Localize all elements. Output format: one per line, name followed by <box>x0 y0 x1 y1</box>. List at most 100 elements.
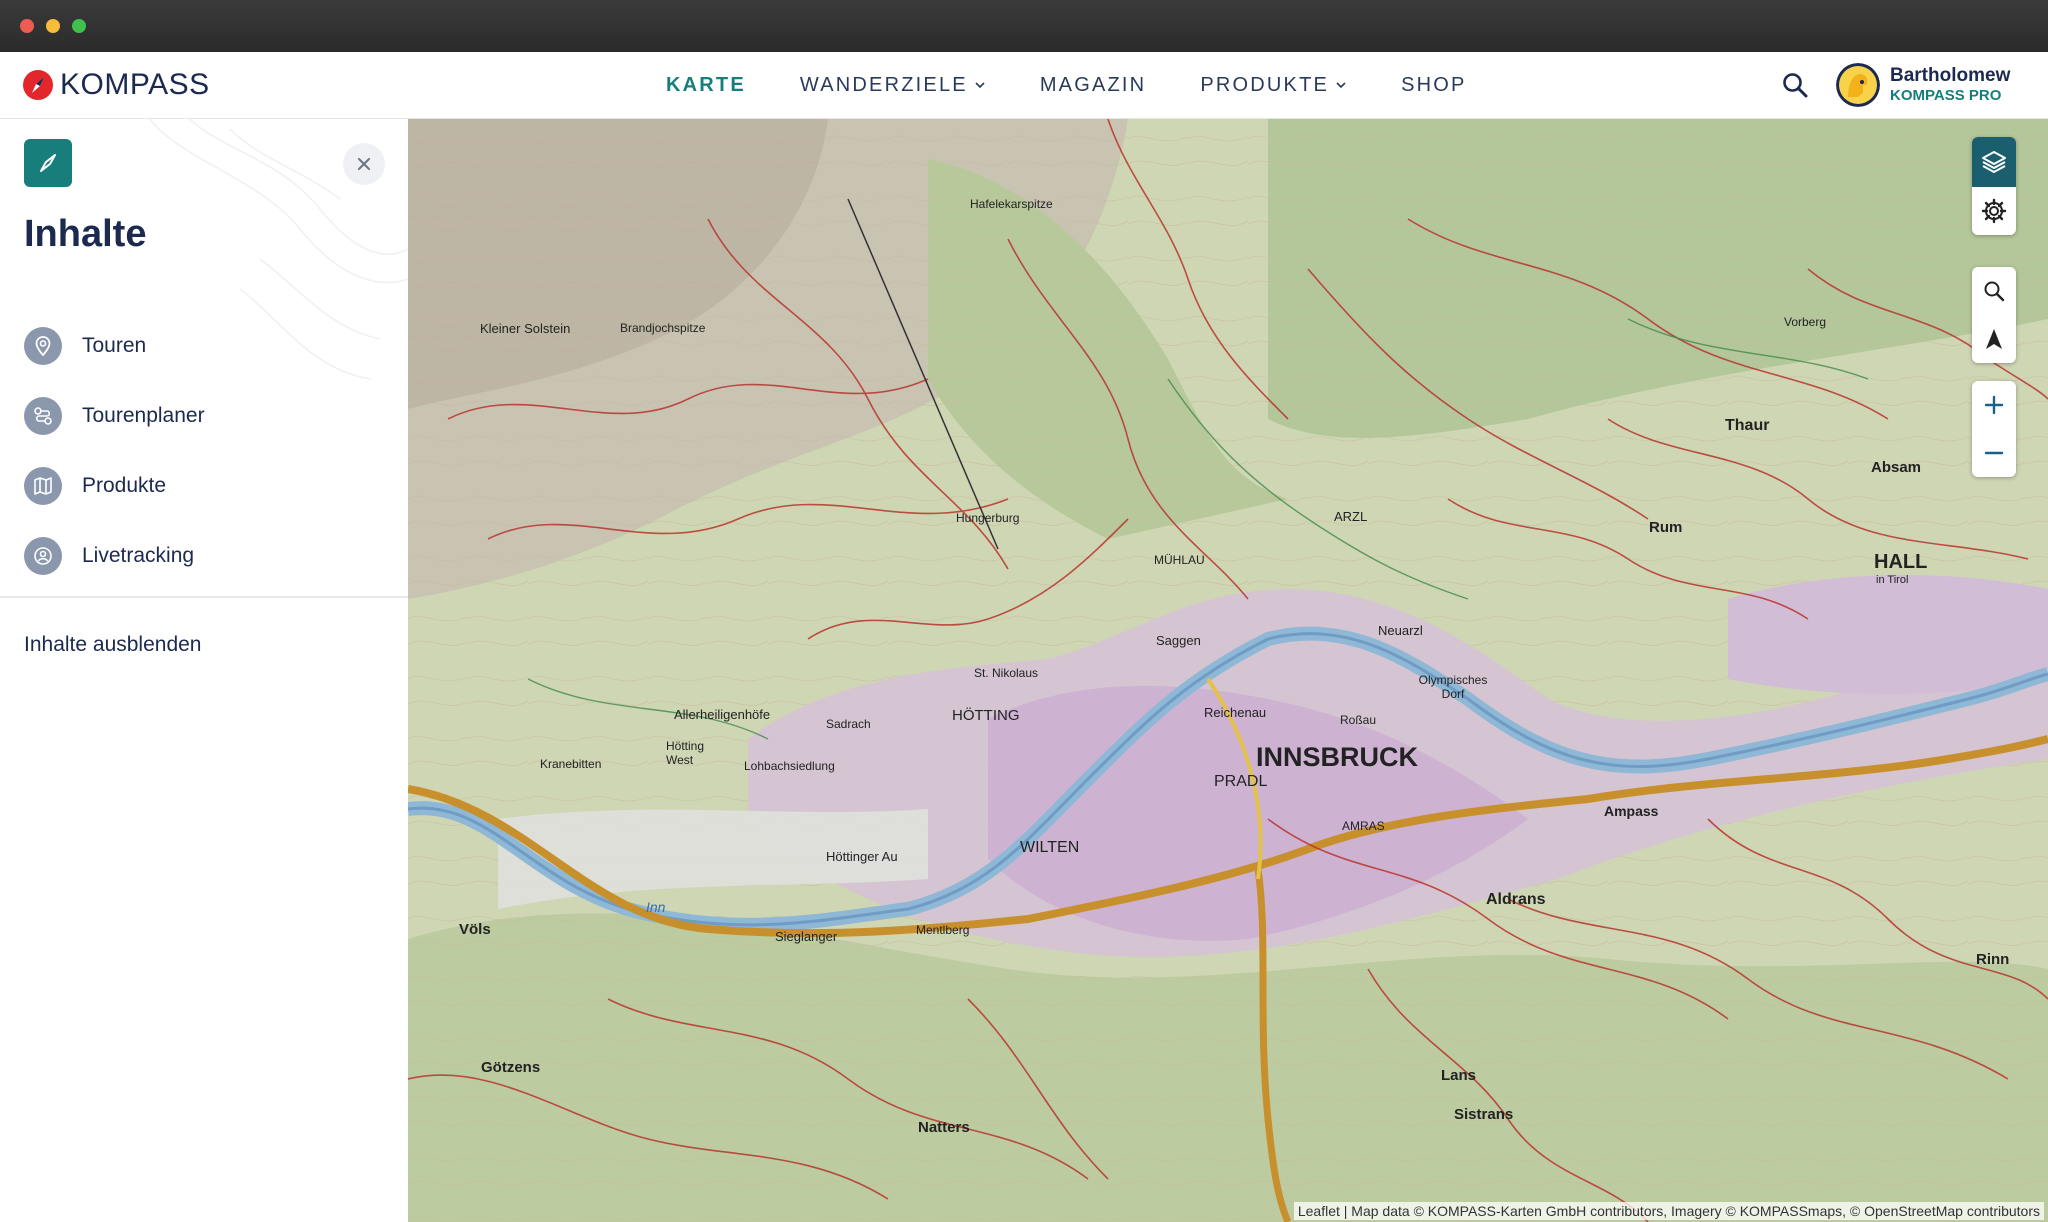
zoom-out-button[interactable] <box>1972 429 2016 477</box>
map-label-inn-river: Inn <box>646 899 666 915</box>
nav-shop[interactable]: SHOP <box>1401 74 1466 97</box>
map-label-saggen: Saggen <box>1156 633 1201 648</box>
settings-button[interactable] <box>1972 187 2016 235</box>
sidebar-title: Inhalte <box>24 213 147 255</box>
nav-wanderziele[interactable]: WANDERZIELE <box>800 74 986 97</box>
map-label-muhlau: MÜHLAU <box>1154 553 1205 567</box>
map-tiles <box>408 119 2048 1222</box>
sidebar-item-label: Produkte <box>82 474 167 497</box>
map-label-hall: HALL <box>1874 551 1928 573</box>
map-zoom-controls <box>1972 381 2016 477</box>
map-label-kranebitten: Kranebitten <box>540 757 602 771</box>
content-sidebar: Inhalte Touren Tourenplaner Produkte Liv… <box>0 119 408 1222</box>
close-icon <box>358 158 370 170</box>
map-label-gotzens: Götzens <box>481 1059 541 1076</box>
live-tracking-icon <box>24 537 62 575</box>
search-icon[interactable] <box>1780 70 1810 100</box>
layers-button[interactable] <box>1972 137 2016 187</box>
window-close-button[interactable] <box>20 19 34 33</box>
map-label-rossau: Roßau <box>1340 713 1377 727</box>
map-label-hotting-west: Hötting West <box>666 739 705 767</box>
map-attribution[interactable]: Leaflet | Map data © KOMPASS-Karten GmbH… <box>1293 1202 2044 1220</box>
map-tool-controls <box>1972 267 2016 363</box>
book-map-icon <box>24 467 62 505</box>
map-label-amras: AMRAS <box>1342 819 1385 833</box>
map-label-thaur: Thaur <box>1725 417 1770 434</box>
map-label-brandjochspitze: Brandjochspitze <box>620 321 706 335</box>
map-layer-controls <box>1972 137 2016 235</box>
map-label-neuarzl: Neuarzl <box>1378 623 1423 638</box>
sidebar-menu: Touren Tourenplaner Produkte Livetrackin… <box>24 311 205 591</box>
layers-icon <box>1982 151 2006 173</box>
map-label-allerheiligenhofe: Allerheiligenhöfe <box>674 707 771 722</box>
nav-karte-label: KARTE <box>666 73 746 96</box>
nav-shop-label: SHOP <box>1401 73 1467 96</box>
sidebar-item-touren[interactable]: Touren <box>24 311 205 381</box>
map-label-wilten: WILTEN <box>1020 839 1080 856</box>
map-label-rinn: Rinn <box>1976 951 2010 968</box>
chevron-down-icon <box>975 82 985 89</box>
map-label-st-nikolaus: St. Nikolaus <box>974 666 1039 680</box>
zoom-in-button[interactable] <box>1972 381 2016 429</box>
map-search-button[interactable] <box>1972 267 2016 315</box>
sidebar-item-tourenplaner[interactable]: Tourenplaner <box>24 381 205 451</box>
nav-produkte[interactable]: PRODUKTE <box>1200 74 1347 97</box>
nav-karte[interactable]: KARTE <box>666 74 746 97</box>
avatar <box>1836 63 1880 107</box>
kompass-logo[interactable]: KOMPASS <box>22 68 210 101</box>
map-label-kleiner-solstein: Kleiner Solstein <box>480 321 571 336</box>
map-label-vols: Völs <box>459 921 491 938</box>
map-label-lans: Lans <box>1441 1067 1477 1084</box>
settings-gear-icon <box>1981 198 2007 224</box>
nav-magazin[interactable]: MAGAZIN <box>1040 74 1147 97</box>
map-label-aldrans: Aldrans <box>1486 891 1546 908</box>
map-label-hall-sub: in Tirol <box>1876 574 1909 586</box>
map-label-lohbachsiedlung: Lohbachsiedlung <box>744 759 835 773</box>
sidebar-divider <box>0 596 408 598</box>
user-name: Bartholomew <box>1890 65 2011 87</box>
site-header: KOMPASS KARTE WANDERZIELE MAGAZIN PRODUK… <box>0 52 2048 119</box>
window-maximize-button[interactable] <box>72 19 86 33</box>
sidebar-item-label: Tourenplaner <box>82 404 205 427</box>
route-icon <box>24 397 62 435</box>
hide-content-link[interactable]: Inhalte ausblenden <box>24 633 202 657</box>
user-menu[interactable]: Bartholomew KOMPASS PRO <box>1836 62 2010 108</box>
window-titlebar <box>0 0 2048 52</box>
sidebar-item-livetracking[interactable]: Livetracking <box>24 521 205 591</box>
map-label-reichenau: Reichenau <box>1204 705 1267 720</box>
map-label-arzl: ARZL <box>1334 509 1368 524</box>
map-label-sistrans: Sistrans <box>1454 1106 1514 1123</box>
window-minimize-button[interactable] <box>46 19 60 33</box>
map-label-hafelekarspitze: Hafelekarspitze <box>970 197 1053 211</box>
map-label-sieglanger: Sieglanger <box>775 929 838 944</box>
sidebar-close-button[interactable] <box>343 143 385 185</box>
nav-wanderziele-label: WANDERZIELE <box>799 73 968 96</box>
map-label-absam: Absam <box>1871 459 1922 476</box>
zoom-out-icon <box>1984 451 2004 455</box>
map-label-sadrach: Sadrach <box>826 717 871 731</box>
map-label-hungerburg: Hungerburg <box>956 511 1020 525</box>
sidebar-item-produkte[interactable]: Produkte <box>24 451 205 521</box>
nav-produkte-label: PRODUKTE <box>1200 73 1330 96</box>
user-badge: KOMPASS PRO <box>1890 87 2002 105</box>
map-canvas[interactable]: INNSBRUCK HALL in Tirol Thaur Absam Rum … <box>408 119 2048 1222</box>
compass-logo-icon <box>23 70 53 100</box>
locate-arrow-icon <box>1986 329 2002 349</box>
sidebar-item-label: Touren <box>82 334 147 357</box>
search-icon <box>1984 281 2005 302</box>
map-label-pradl: PRADL <box>1214 773 1268 790</box>
map-label-natters: Natters <box>918 1119 970 1136</box>
sidebar-item-label: Livetracking <box>82 544 195 567</box>
nav-magazin-label: MAGAZIN <box>1039 73 1147 96</box>
chevron-down-icon <box>1336 82 1346 89</box>
zoom-in-icon <box>1984 395 2004 415</box>
compass-needle-icon <box>40 154 56 172</box>
map-label-hotting: HÖTTING <box>952 707 1020 724</box>
map-label-ampass: Ampass <box>1604 803 1659 819</box>
map-label-innsbruck: INNSBRUCK <box>1256 742 1418 772</box>
map-label-hottinger-au: Höttinger Au <box>826 849 898 864</box>
locate-button[interactable] <box>1972 315 2016 363</box>
map-pin-icon <box>24 327 62 365</box>
sidebar-compass-button[interactable] <box>24 139 72 187</box>
map-label-vorberg: Vorberg <box>1784 315 1827 329</box>
